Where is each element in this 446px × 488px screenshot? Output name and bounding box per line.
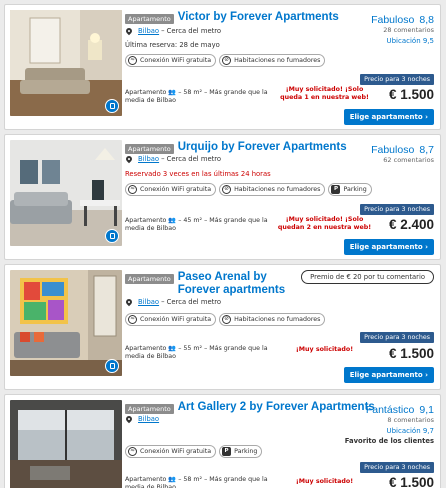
review-score-block[interactable]: Fabuloso 8,7 62 comentarios: [371, 138, 434, 164]
score-word: Fantástico: [365, 404, 415, 416]
feature-list: ≈ Conexión WiFi gratuita ⊘ Habitaciones no…: [125, 313, 326, 326]
property-type-tag: Apartamento: [125, 144, 174, 154]
wifi-icon: ≈: [128, 447, 137, 456]
parking-icon: P: [222, 447, 232, 456]
pin-icon: [124, 26, 134, 36]
location-line: Bilbao – Cerca del metro: [124, 297, 222, 307]
no-smoking-icon: ⊘: [222, 185, 232, 194]
review-reward-badge: Premio de € 20 por tu comentario: [301, 270, 434, 284]
city-link[interactable]: Bilbao: [138, 155, 159, 163]
urgency-message: ¡Muy solicitado! ¡Solo queda 1 en nuestr…: [280, 86, 369, 101]
wifi-icon: ≈: [128, 185, 137, 194]
city-link[interactable]: Bilbao: [138, 298, 159, 306]
price: € 1.500: [388, 346, 434, 361]
photo-gallery-icon[interactable]: [105, 99, 119, 113]
wifi-icon: ≈: [128, 56, 137, 65]
location-note: – Cerca del metro: [161, 27, 222, 35]
pin-icon: [124, 154, 134, 164]
choose-apartment-button[interactable]: Elige apartamento ›: [343, 239, 434, 255]
apartment-info: Apartamento 👥 – 58 m² – Más grande que l…: [125, 476, 268, 488]
location-note: – Cerca del metro: [161, 298, 222, 306]
location-line: Bilbao – Cerca del metro: [124, 26, 222, 36]
feature-list: ≈ Conexión WiFi gratuita ⊘ Habitaciones no…: [125, 54, 326, 67]
wifi-icon: ≈: [128, 315, 137, 324]
listing-card[interactable]: Apartamento Paseo Arenal by Forever apar…: [4, 264, 441, 390]
score-word: Fabuloso: [371, 14, 415, 26]
feature-list: ≈ Conexión WiFi gratuita ⊘ Habitaciones no…: [125, 183, 372, 196]
feature-list: ≈ Conexión WiFi gratuita P Parking: [125, 445, 263, 458]
photo-gallery-icon[interactable]: [105, 359, 119, 373]
price-label: Precio para 3 noches: [360, 204, 434, 215]
listing-photo[interactable]: [10, 10, 122, 116]
price: € 2.400: [388, 217, 434, 232]
apartment-info: Apartamento 👥 – 55 m² – Más grande que l…: [125, 345, 268, 360]
feature-no-smoking: ⊘ Habitaciones no fumadores: [219, 313, 326, 326]
review-score-block[interactable]: Fabuloso 8,8 28 comentarios Ubicación 9,…: [371, 8, 434, 45]
property-type-tag: Apartamento: [125, 274, 174, 284]
city-link[interactable]: Bilbao: [138, 27, 159, 35]
feature-wifi: ≈ Conexión WiFi gratuita: [125, 445, 217, 458]
feature-wifi: ≈ Conexión WiFi gratuita: [125, 54, 217, 67]
score-value: 9,1: [419, 404, 434, 416]
property-type-tag: Apartamento: [125, 14, 174, 24]
location-line: Bilbao – Cerca del metro: [124, 154, 222, 164]
location-line: Bilbao: [124, 414, 161, 424]
feature-wifi: ≈ Conexión WiFi gratuita: [125, 313, 217, 326]
listing-card[interactable]: Apartamento Art Gallery 2 by Forever Apa…: [4, 394, 441, 488]
listing-photo[interactable]: [10, 140, 122, 246]
parking-icon: P: [331, 185, 341, 194]
price-label: Precio para 3 noches: [360, 74, 434, 85]
choose-apartment-button[interactable]: Elige apartamento ›: [343, 109, 434, 125]
apartment-info: Apartamento 👥 – 58 m² – Más grande que l…: [125, 89, 268, 104]
feature-parking: P Parking: [328, 183, 372, 196]
no-smoking-icon: ⊘: [222, 315, 232, 324]
review-count: 28 comentarios: [383, 26, 434, 34]
review-score-block[interactable]: Fantástico 9,1 8 comentarios Ubicación 9…: [345, 398, 434, 445]
urgency-message: ¡Muy solicitado!: [295, 478, 354, 485]
recent-bookings-note: Reservado 3 veces en las últimas 24 hora…: [125, 170, 271, 178]
property-name-link[interactable]: Victor by Forever Apartments: [178, 11, 339, 24]
price: € 1.500: [388, 87, 434, 102]
review-count: 62 comentarios: [383, 156, 434, 164]
guest-favorite-label: Favorito de los clientes: [344, 437, 434, 445]
pin-icon: [124, 414, 134, 424]
score-value: 8,7: [419, 144, 434, 156]
price-label: Precio para 3 noches: [360, 332, 434, 343]
review-count: 8 comentarios: [387, 416, 434, 424]
feature-no-smoking: ⊘ Habitaciones no fumadores: [219, 54, 326, 67]
score-value: 8,8: [419, 14, 434, 26]
location-score: Ubicación 9,5: [386, 37, 434, 45]
property-name-link[interactable]: Urquijo by Forever Apartments: [178, 141, 347, 154]
feature-wifi: ≈ Conexión WiFi gratuita: [125, 183, 217, 196]
feature-no-smoking: ⊘ Habitaciones no fumadores: [219, 183, 326, 196]
location-score: Ubicación 9,7: [386, 427, 434, 435]
listing-photo[interactable]: [10, 270, 122, 376]
urgency-message: ¡Muy solicitado!: [295, 346, 354, 353]
property-type-tag: Apartamento: [125, 404, 174, 414]
listing-card[interactable]: Apartamento Victor by Forever Apartments…: [4, 4, 441, 130]
choose-apartment-button[interactable]: Elige apartamento ›: [343, 367, 434, 383]
photo-gallery-icon[interactable]: [105, 229, 119, 243]
property-name-link[interactable]: Paseo Arenal by Forever apartments: [178, 271, 305, 297]
listing-photo[interactable]: [10, 400, 122, 488]
score-word: Fabuloso: [371, 144, 415, 156]
price: € 1.500: [388, 475, 434, 488]
feature-parking: P Parking: [219, 445, 263, 458]
price-label: Precio para 3 noches: [360, 462, 434, 473]
urgency-message: ¡Muy solicitado! ¡Solo quedan 2 en nuest…: [277, 216, 372, 231]
listing-card[interactable]: Apartamento Urquijo by Forever Apartment…: [4, 134, 441, 260]
apartment-info: Apartamento 👥 – 45 m² – Más grande que l…: [125, 217, 268, 232]
pin-icon: [124, 297, 134, 307]
city-link[interactable]: Bilbao: [138, 415, 159, 423]
no-smoking-icon: ⊘: [222, 56, 232, 65]
last-booking-note: Última reserva: 28 de mayo: [125, 41, 220, 49]
location-note: – Cerca del metro: [161, 155, 222, 163]
